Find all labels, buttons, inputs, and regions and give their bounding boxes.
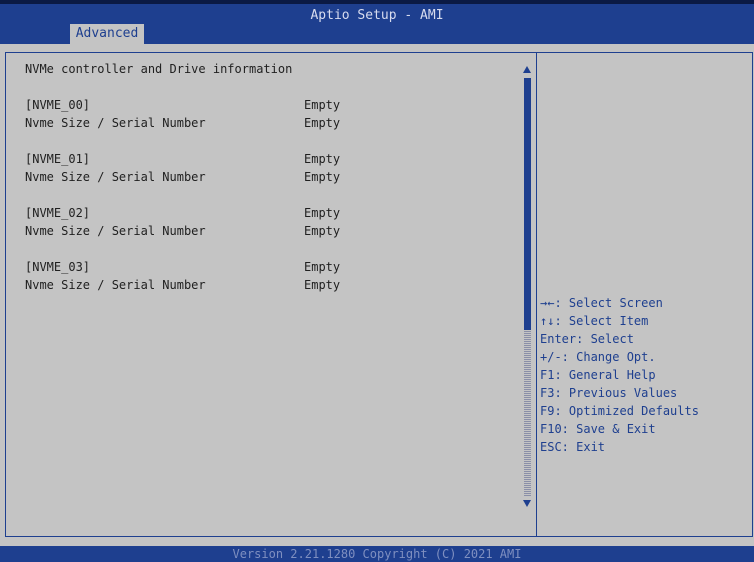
help-select-screen: →←: Select Screen <box>540 296 663 310</box>
drive-status: Empty <box>304 206 341 220</box>
help-previous-values: F3: Previous Values <box>540 386 678 400</box>
help-esc-exit: ESC: Exit <box>540 440 606 454</box>
drive-status: Empty <box>304 98 341 112</box>
app-title: Aptio Setup - AMI <box>310 8 444 23</box>
drive-size-label[interactable]: Nvme Size / Serial Number <box>25 170 206 184</box>
help-optimized-defaults: F9: Optimized Defaults <box>540 404 699 418</box>
title-bar-edge <box>0 0 754 4</box>
drive-size-label[interactable]: Nvme Size / Serial Number <box>25 116 206 130</box>
help-save-exit: F10: Save & Exit <box>540 422 656 436</box>
version-text: Version 2.21.1280 Copyright (C) 2021 AMI <box>232 547 522 561</box>
drive-label[interactable]: [NVME_02] <box>25 206 90 220</box>
help-change-opt: +/-: Change Opt. <box>540 350 656 364</box>
drive-size-label[interactable]: Nvme Size / Serial Number <box>25 278 206 292</box>
drive-status: Empty <box>304 260 341 274</box>
help-select-item: ↑↓: Select Item <box>540 314 649 328</box>
drive-size-label[interactable]: Nvme Size / Serial Number <box>25 224 206 238</box>
scroll-up-arrow-icon[interactable] <box>523 66 531 73</box>
scrollbar-thumb[interactable] <box>524 78 531 330</box>
drive-size-value: Empty <box>304 224 341 238</box>
drive-size-value: Empty <box>304 170 341 184</box>
tab-advanced[interactable]: Advanced <box>70 24 144 44</box>
drive-label[interactable]: [NVME_01] <box>25 152 90 166</box>
help-general: F1: General Help <box>540 368 656 382</box>
scroll-down-arrow-icon[interactable] <box>523 500 531 507</box>
panel-divider <box>536 52 537 537</box>
drive-size-value: Empty <box>304 278 341 292</box>
drive-status: Empty <box>304 152 341 166</box>
help-enter: Enter: Select <box>540 332 634 346</box>
section-heading: NVMe controller and Drive information <box>25 62 293 76</box>
drive-label[interactable]: [NVME_03] <box>25 260 90 274</box>
drive-label[interactable]: [NVME_00] <box>25 98 90 112</box>
drive-size-value: Empty <box>304 116 341 130</box>
